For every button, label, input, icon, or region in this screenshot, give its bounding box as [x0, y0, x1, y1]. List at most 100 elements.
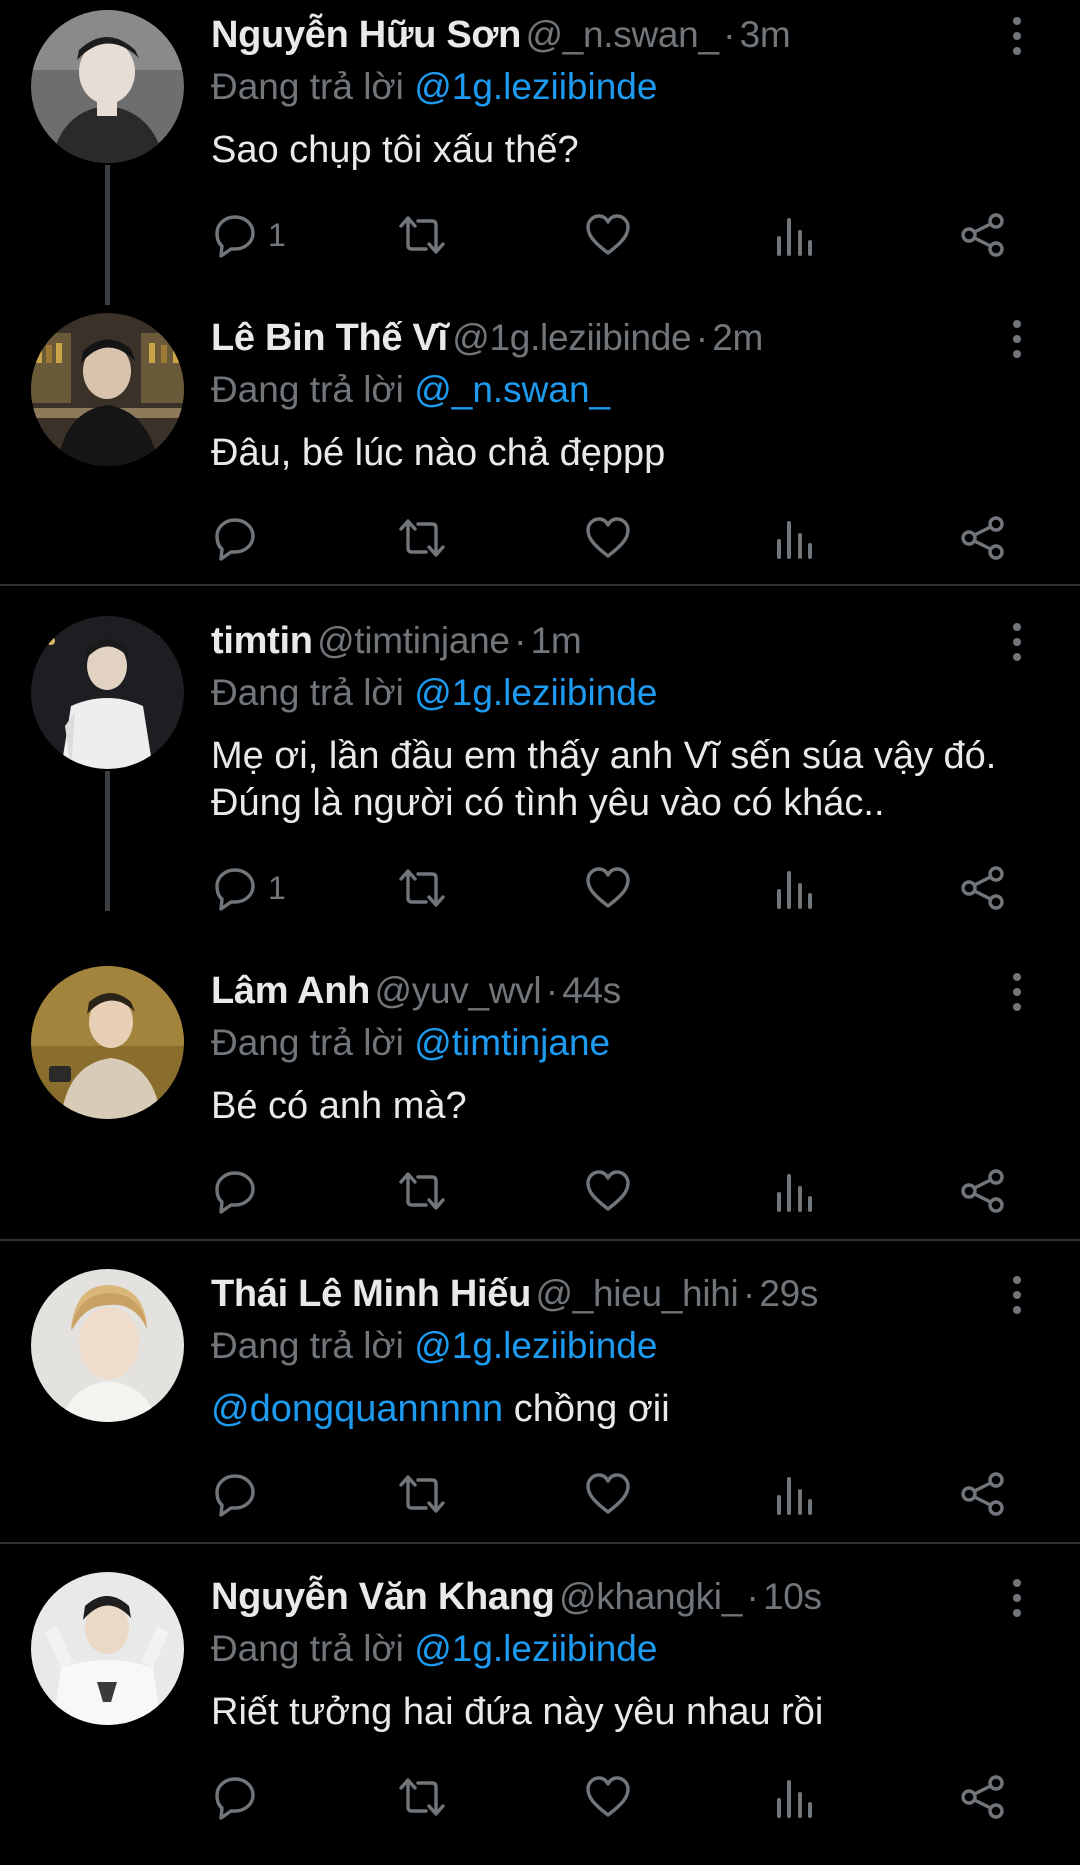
retweet-button[interactable]	[396, 508, 448, 568]
replying-prefix: Đang trả lời	[211, 1628, 404, 1669]
views-icon	[777, 1174, 812, 1212]
display-name[interactable]: Lâm Anh	[211, 970, 370, 1012]
avatar[interactable]	[31, 10, 184, 163]
share-button[interactable]	[960, 508, 1006, 568]
avatar[interactable]	[31, 313, 184, 466]
like-button[interactable]	[585, 1464, 631, 1524]
replying-to-link[interactable]: @1g.leziibinde	[414, 1325, 657, 1366]
reply-button[interactable]	[212, 508, 268, 568]
avatar[interactable]	[31, 966, 184, 1119]
replying-to-link[interactable]: @1g.leziibinde	[414, 66, 657, 107]
reply-icon	[215, 868, 255, 911]
more-vertical-icon[interactable]	[1000, 319, 1034, 359]
avatar[interactable]	[31, 1572, 184, 1725]
like-button[interactable]	[585, 1161, 631, 1221]
avatar-photo	[31, 966, 184, 1119]
replying-to-link[interactable]: @1g.leziibinde	[414, 1628, 657, 1669]
reply-button[interactable]: 1	[212, 205, 286, 265]
share-icon	[961, 1169, 1004, 1213]
tweet-text-content: Sao chụp tôi xấu thế?	[211, 129, 579, 171]
replying-to-link[interactable]: @timtinjane	[414, 1022, 610, 1063]
tweet[interactable]: Lâm Anh @yuv_wvl · 44s Đang trả lời @tim…	[0, 956, 1080, 1259]
tweet-text: @dongquannnnn chồng ơii	[211, 1386, 1031, 1433]
tweet-text: Đâu, bé lúc nào chả đẹppp	[211, 430, 1031, 477]
tweet[interactable]: Nguyễn Văn Khang @khangki_ · 10s Đang tr…	[0, 1562, 1080, 1865]
tweet-text-content: Bé có anh mà?	[211, 1085, 467, 1127]
timestamp: 10s	[762, 1576, 822, 1617]
heart-icon	[586, 1170, 630, 1211]
like-button[interactable]	[585, 508, 631, 568]
like-button[interactable]	[585, 1767, 631, 1827]
reply-button[interactable]: 1	[212, 858, 286, 918]
mention-link[interactable]: @dongquannnnn	[211, 1388, 503, 1430]
tweet-header: Lê Bin Thế Vĩ @1g.leziibinde · 2m	[211, 315, 1000, 361]
views-button[interactable]	[775, 1464, 815, 1524]
user-handle[interactable]: @timtinjane	[317, 620, 510, 661]
avatar-photo	[31, 616, 184, 769]
tweet-text: Sao chụp tôi xấu thế?	[211, 127, 1031, 174]
tweet[interactable]: timtin @timtinjane · 1m Đang trả lời @1g…	[0, 606, 1080, 911]
like-button[interactable]	[585, 858, 631, 918]
display-name[interactable]: Lê Bin Thế Vĩ	[211, 317, 448, 359]
reply-button[interactable]	[212, 1767, 268, 1827]
tweet[interactable]: Thái Lê Minh Hiếu @_hieu_hihi · 29s Đang…	[0, 1259, 1080, 1562]
reply-button[interactable]	[212, 1161, 268, 1221]
replying-prefix: Đang trả lời	[211, 66, 404, 107]
share-button[interactable]	[960, 1464, 1006, 1524]
retweet-icon	[399, 869, 445, 907]
share-icon	[961, 1775, 1004, 1819]
retweet-button[interactable]	[396, 1464, 448, 1524]
avatar[interactable]	[31, 1269, 184, 1422]
tweet-text-content: chồng ơii	[503, 1388, 670, 1430]
views-button[interactable]	[775, 1767, 815, 1827]
heart-icon	[586, 1776, 630, 1817]
reply-icon	[215, 215, 255, 258]
share-button[interactable]	[960, 1161, 1006, 1221]
avatar-photo	[31, 1269, 184, 1422]
display-name[interactable]: timtin	[211, 620, 313, 662]
retweet-button[interactable]	[396, 858, 448, 918]
share-button[interactable]	[960, 205, 1006, 265]
more-vertical-icon[interactable]	[1000, 1275, 1034, 1315]
timestamp: 1m	[530, 620, 582, 661]
timestamp: 3m	[739, 14, 791, 55]
retweet-button[interactable]	[396, 1767, 448, 1827]
like-button[interactable]	[585, 205, 631, 265]
display-name[interactable]: Nguyễn Văn Khang	[211, 1576, 555, 1618]
more-vertical-icon[interactable]	[1000, 972, 1034, 1012]
more-vertical-icon[interactable]	[1000, 1578, 1034, 1618]
views-button[interactable]	[775, 1161, 815, 1221]
tweet[interactable]: Nguyễn Hữu Sơn @_n.swan_ · 3m Đang trả l…	[0, 0, 1080, 305]
display-name[interactable]: Nguyễn Hữu Sơn	[211, 14, 521, 56]
display-name[interactable]: Thái Lê Minh Hiếu	[211, 1273, 531, 1315]
replying-prefix: Đang trả lời	[211, 1022, 404, 1063]
user-handle[interactable]: @khangki_	[559, 1576, 742, 1617]
more-vertical-icon[interactable]	[1000, 16, 1034, 56]
replying-to-link[interactable]: @_n.swan_	[414, 369, 610, 410]
replying-to-link[interactable]: @1g.leziibinde	[414, 672, 657, 713]
views-button[interactable]	[775, 508, 815, 568]
retweet-icon	[399, 1172, 445, 1210]
divider	[0, 1239, 1080, 1241]
user-handle[interactable]: @yuv_wvl	[375, 970, 542, 1011]
share-button[interactable]	[960, 858, 1006, 918]
replying-to: Đang trả lời @1g.leziibinde	[211, 670, 657, 716]
retweet-button[interactable]	[396, 205, 448, 265]
user-handle[interactable]: @_n.swan_	[525, 14, 719, 55]
tweet[interactable]: Lê Bin Thế Vĩ @1g.leziibinde · 2m Đang t…	[0, 303, 1080, 606]
tweet-header: Nguyễn Văn Khang @khangki_ · 10s	[211, 1574, 1000, 1620]
tweet-text-content: Riết tưởng hai đứa này yêu nhau rồi	[211, 1691, 824, 1733]
user-handle[interactable]: @_hieu_hihi	[535, 1273, 738, 1314]
retweet-button[interactable]	[396, 1161, 448, 1221]
views-icon	[777, 1780, 812, 1818]
share-button[interactable]	[960, 1767, 1006, 1827]
more-vertical-icon[interactable]	[1000, 622, 1034, 662]
reply-button[interactable]	[212, 1464, 268, 1524]
user-handle[interactable]: @1g.leziibinde	[452, 317, 691, 358]
views-button[interactable]	[775, 205, 815, 265]
timestamp-separator: ·	[746, 1576, 759, 1617]
tweet-header: Lâm Anh @yuv_wvl · 44s	[211, 968, 1000, 1014]
avatar[interactable]	[31, 616, 184, 769]
views-button[interactable]	[775, 858, 815, 918]
views-icon	[777, 871, 812, 909]
